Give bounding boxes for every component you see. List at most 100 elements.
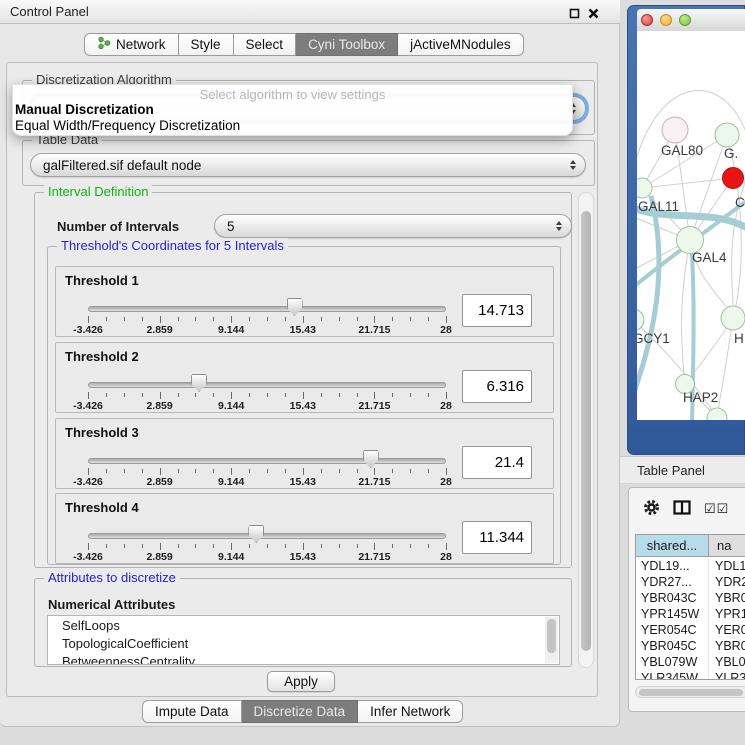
checkbox-icons[interactable]: ☑☑: [704, 501, 729, 517]
slider-track[interactable]: [88, 306, 446, 312]
slider-thumb[interactable]: [248, 525, 264, 543]
tab-jactivemnodules[interactable]: jActiveMNodules: [398, 33, 524, 56]
vertical-scrollbar[interactable]: [578, 192, 594, 668]
table-cell[interactable]: YDL19...: [636, 558, 709, 574]
threshold-value-field[interactable]: [462, 521, 532, 554]
table-cell[interactable]: YDR27...: [636, 574, 709, 590]
table-data-combobox[interactable]: galFiltered.sif default node: [30, 153, 586, 177]
node-gal11[interactable]: [637, 178, 652, 198]
slider-tick: [160, 392, 161, 399]
threshold-value-field[interactable]: [462, 294, 532, 327]
table-cell[interactable]: YDL1: [709, 558, 745, 574]
dropdown-option-manual-discretization[interactable]: Manual Discretization: [13, 102, 572, 118]
slider-track[interactable]: [88, 533, 446, 539]
slider-tick: [374, 468, 375, 475]
table-cell[interactable]: YDR2: [709, 574, 745, 590]
numerical-attributes-label: Numerical Attributes: [48, 597, 175, 612]
table-cell[interactable]: YBR045C: [636, 638, 709, 654]
gear-icon[interactable]: [643, 499, 660, 519]
table-cell[interactable]: YLR3: [709, 670, 745, 680]
table-row[interactable]: YER054CYER0: [636, 622, 745, 638]
slider-tick: [124, 393, 125, 397]
slider-thumb[interactable]: [191, 374, 207, 392]
apply-button[interactable]: Apply: [267, 671, 335, 692]
scrollbar-thumb[interactable]: [547, 619, 556, 653]
network-canvas[interactable]: GAL80 G. GAL11 C GAL4 GCY1 H HAP2: [637, 31, 745, 420]
table-cell[interactable]: YBL079W: [636, 654, 709, 670]
table-row[interactable]: YBL079WYBL0: [636, 654, 745, 670]
tab-infer-network[interactable]: Infer Network: [358, 700, 463, 723]
slider-thumb[interactable]: [363, 450, 379, 468]
traffic-light-minimize-icon[interactable]: [660, 14, 672, 26]
attribute-list-item[interactable]: BetweennessCentrality: [48, 653, 545, 665]
slider-tick: [106, 317, 107, 321]
traffic-light-zoom-icon[interactable]: [679, 14, 691, 26]
table-panel-body: ☑☑ shared... na YDL19...YDL1YDR27...YDR2…: [628, 487, 745, 712]
numerical-attributes-list[interactable]: SelfLoopsTopologicalCoefficientBetweenne…: [47, 615, 560, 665]
table-cell[interactable]: YBR0: [709, 590, 745, 606]
tab-label: Network: [116, 37, 166, 52]
slider-tick: [285, 544, 286, 548]
scrollbar-thumb[interactable]: [581, 211, 591, 651]
attribute-list-item[interactable]: SelfLoops: [48, 617, 545, 635]
table-cell[interactable]: YBR043C: [636, 590, 709, 606]
slider-tick: [124, 469, 125, 473]
table-cell[interactable]: YPR1: [709, 606, 745, 622]
scrollbar-thumb[interactable]: [639, 689, 743, 696]
table-row[interactable]: YDR27...YDR2: [636, 574, 745, 590]
table-cell[interactable]: YPR145W: [636, 606, 709, 622]
slider-tick: [285, 469, 286, 473]
table-cell[interactable]: YER0: [709, 622, 745, 638]
tab-network[interactable]: Network: [84, 33, 179, 56]
node-label: GAL80: [661, 143, 703, 158]
threshold-value-field[interactable]: [462, 370, 532, 403]
threshold-2-block: Threshold 2 -3.4262.8599.14415.4321.7152…: [55, 342, 554, 413]
dropdown-option-equal-width-frequency[interactable]: Equal Width/Frequency Discretization: [13, 118, 572, 134]
node-g[interactable]: [715, 123, 739, 147]
network-window-titlebar: [637, 9, 745, 31]
slider-tick: [446, 316, 447, 323]
close-icon[interactable]: [588, 7, 599, 22]
tab-impute-data[interactable]: Impute Data: [142, 700, 242, 723]
slider-tick: [124, 544, 125, 548]
slider-tick: [357, 469, 358, 473]
node-gal80[interactable]: [662, 117, 688, 143]
attribute-list-item[interactable]: TopologicalCoefficient: [48, 635, 545, 653]
slider-track[interactable]: [88, 382, 446, 388]
table-cell[interactable]: YLR345W: [636, 670, 709, 680]
columns-icon[interactable]: [673, 500, 691, 518]
traffic-light-close-icon[interactable]: [641, 14, 653, 26]
column-header-shared-name[interactable]: shared...: [636, 535, 709, 556]
tab-select[interactable]: Select: [234, 33, 297, 56]
table-row[interactable]: YBR043CYBR0: [636, 590, 745, 606]
node-bottom[interactable]: [707, 408, 727, 420]
node-gcy1[interactable]: [637, 309, 644, 331]
float-window-icon[interactable]: [569, 7, 580, 22]
table-row[interactable]: YDL19...YDL1: [636, 558, 745, 574]
tab-style[interactable]: Style: [179, 33, 234, 56]
node-h[interactable]: [721, 306, 745, 330]
table-cell[interactable]: YBR0: [709, 638, 745, 654]
slider-thumb[interactable]: [287, 298, 303, 316]
tab-discretize-data[interactable]: Discretize Data: [242, 700, 359, 723]
horizontal-scrollbar[interactable]: [635, 686, 745, 698]
slider-tick: [88, 392, 89, 399]
slider-track[interactable]: [88, 458, 446, 464]
tab-label: Select: [246, 37, 284, 52]
tab-label: jActiveMNodules: [410, 37, 511, 52]
table-row[interactable]: YLR345WYLR3: [636, 670, 745, 680]
table-row[interactable]: YPR145WYPR1: [636, 606, 745, 622]
node-selected-red[interactable]: [723, 168, 744, 189]
threshold-value-field[interactable]: [462, 446, 532, 479]
table-row[interactable]: YBR045CYBR0: [636, 638, 745, 654]
slider-tick: [124, 317, 125, 321]
tab-cyni-toolbox[interactable]: Cyni Toolbox: [296, 33, 398, 56]
slider-tick: [142, 393, 143, 397]
list-vertical-scrollbar[interactable]: [545, 617, 558, 663]
table-cell[interactable]: YBL0: [709, 654, 745, 670]
threshold-label: Threshold 4: [65, 500, 139, 515]
number-of-intervals-spinner[interactable]: 5: [214, 214, 572, 238]
slider-scale-label: 15.43: [290, 476, 316, 488]
table-cell[interactable]: YER054C: [636, 622, 709, 638]
column-header-name[interactable]: na: [709, 535, 745, 556]
